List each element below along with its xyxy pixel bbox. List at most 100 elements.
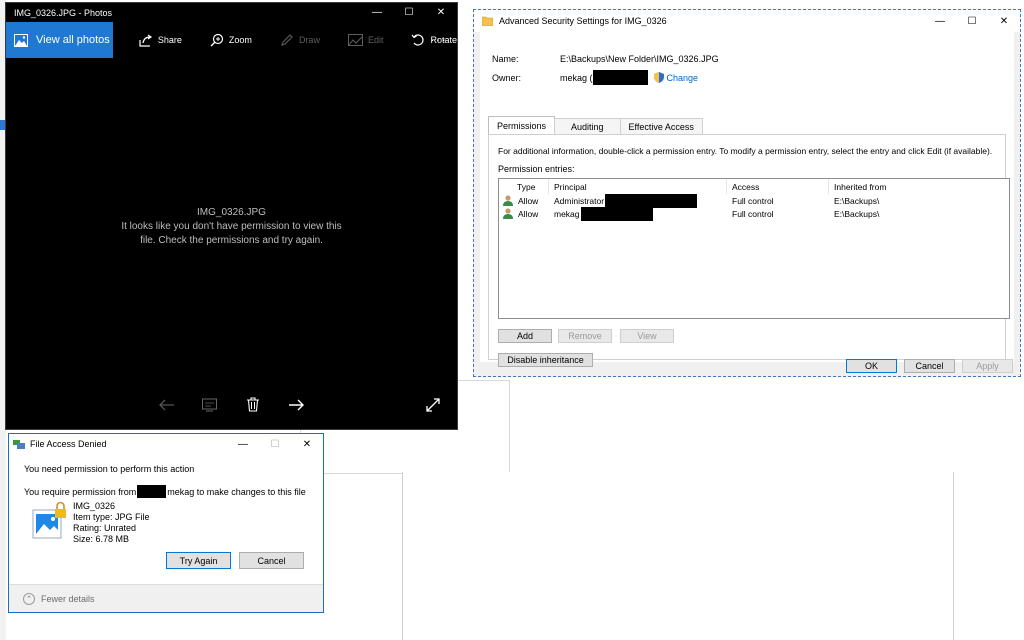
photos-window: IMG_0326.JPG - Photos — ☐ ✕ View all pho… bbox=[5, 2, 458, 430]
shield-icon bbox=[653, 72, 664, 83]
fad-title: File Access Denied bbox=[30, 439, 107, 449]
owner-label: Owner: bbox=[492, 73, 522, 83]
try-again-button[interactable]: Try Again bbox=[166, 552, 231, 569]
zoom-button[interactable]: Zoom bbox=[210, 33, 252, 47]
row-inherited: E:\Backups\ bbox=[834, 208, 880, 219]
draw-button[interactable]: Draw bbox=[280, 33, 320, 47]
minimize-button[interactable]: — bbox=[227, 435, 259, 454]
row-principal-cell: mekag bbox=[549, 206, 727, 221]
view-all-photos-button[interactable]: View all photos bbox=[6, 22, 113, 58]
close-button[interactable]: ✕ bbox=[988, 12, 1020, 31]
row-access: Full control bbox=[732, 208, 774, 219]
row-type-cell: Allow bbox=[499, 208, 549, 219]
delete-icon[interactable] bbox=[247, 397, 259, 412]
window-title: IMG_0326.JPG - Photos bbox=[14, 7, 113, 18]
folder-copy-icon bbox=[13, 440, 25, 449]
table-row[interactable]: Allow Administrator Full control E:\Back… bbox=[499, 193, 1009, 208]
back-arrow-icon[interactable] bbox=[159, 399, 175, 411]
file-name: IMG_0326 bbox=[73, 501, 116, 511]
photos-toolbar: View all photos Share Zoom Draw Edit Rot… bbox=[6, 22, 457, 58]
share-label: Share bbox=[157, 35, 182, 45]
zoom-label: Zoom bbox=[228, 35, 252, 45]
image-file-lock-icon bbox=[32, 501, 66, 539]
user-icon bbox=[503, 195, 513, 206]
file-size: Size: 6.78 MB bbox=[73, 534, 130, 544]
redacted-block bbox=[592, 70, 648, 85]
require-suffix: mekag to make changes to this file bbox=[167, 486, 306, 497]
need-permission-text: You need permission to perform this acti… bbox=[24, 464, 195, 474]
column-access[interactable]: Access bbox=[727, 179, 829, 194]
close-button[interactable]: ✕ bbox=[425, 3, 457, 22]
close-button[interactable]: ✕ bbox=[291, 435, 323, 454]
photos-title-bar: IMG_0326.JPG - Photos — ☐ ✕ bbox=[6, 3, 457, 22]
fad-title-bar: File Access Denied — ☐ ✕ bbox=[9, 434, 323, 454]
permissions-tab-content: For additional information, double-click… bbox=[488, 134, 1010, 367]
tab-effective-access[interactable]: Effective Access bbox=[619, 118, 703, 134]
background-window bbox=[402, 472, 954, 640]
security-panel: Name: E:\Backups\New Folder\IMG_0326.JPG… bbox=[480, 32, 1014, 367]
file-access-denied-dialog: File Access Denied — ☐ ✕ You need permis… bbox=[8, 433, 324, 613]
fullscreen-icon[interactable] bbox=[426, 398, 440, 412]
redacted-block bbox=[605, 193, 698, 208]
ok-button[interactable]: OK bbox=[846, 359, 897, 373]
edit-icon bbox=[347, 34, 363, 46]
slideshow-icon[interactable] bbox=[202, 398, 217, 412]
draw-icon bbox=[281, 34, 293, 46]
redacted-block bbox=[580, 206, 653, 221]
cancel-button[interactable]: Cancel bbox=[904, 359, 955, 373]
row-access: Full control bbox=[732, 195, 774, 206]
column-principal[interactable]: Principal bbox=[549, 179, 727, 194]
edit-button[interactable]: Edit bbox=[347, 34, 384, 46]
name-label: Name: bbox=[492, 54, 519, 64]
change-owner-link[interactable]: Change bbox=[653, 72, 698, 83]
name-value: E:\Backups\New Folder\IMG_0326.JPG bbox=[560, 54, 719, 64]
tab-permissions[interactable]: Permissions bbox=[488, 116, 556, 134]
permission-list-header: Type Principal Access Inherited from bbox=[499, 179, 1009, 194]
view-all-label: View all photos bbox=[36, 34, 110, 46]
maximize-button[interactable]: ☐ bbox=[956, 12, 988, 31]
row-type: Allow bbox=[518, 208, 539, 219]
fewer-details-toggle[interactable]: ⌃ Fewer details bbox=[9, 584, 323, 612]
row-principal-cell: Administrator bbox=[549, 193, 727, 208]
file-type: Item type: JPG File bbox=[73, 512, 150, 522]
maximize-button[interactable]: ☐ bbox=[393, 3, 425, 22]
require-prefix: You require permission from bbox=[24, 486, 137, 497]
apply-button[interactable]: Apply bbox=[962, 359, 1013, 373]
zoom-icon bbox=[210, 33, 224, 47]
file-details: IMG_0326 Item type: JPG File Rating: Unr… bbox=[73, 501, 150, 545]
file-rating: Rating: Unrated bbox=[73, 523, 137, 533]
maximize-button[interactable]: ☐ bbox=[259, 435, 291, 454]
disable-inheritance-button[interactable]: Disable inheritance bbox=[498, 353, 593, 367]
add-button[interactable]: Add bbox=[498, 329, 552, 343]
edit-label: Edit bbox=[367, 35, 384, 45]
permission-message: IMG_0326.JPG It looks like you don't hav… bbox=[6, 206, 457, 248]
view-button[interactable]: View bbox=[620, 329, 674, 343]
column-type[interactable]: Type bbox=[499, 179, 549, 194]
row-type-cell: Allow bbox=[499, 195, 549, 206]
adv-title: Advanced Security Settings for IMG_0326 bbox=[499, 16, 667, 26]
column-inherited-from[interactable]: Inherited from bbox=[829, 179, 1009, 194]
user-icon bbox=[503, 208, 513, 219]
row-type: Allow bbox=[518, 195, 539, 206]
tab-auditing[interactable]: Auditing bbox=[554, 118, 621, 134]
require-permission-text: You require permission from mekag to mak… bbox=[24, 485, 306, 498]
remove-button[interactable]: Remove bbox=[558, 329, 612, 343]
fewer-details-label: Fewer details bbox=[41, 593, 95, 604]
draw-label: Draw bbox=[298, 35, 320, 45]
permission-list[interactable]: Type Principal Access Inherited from All… bbox=[498, 178, 1010, 319]
redacted-block bbox=[137, 485, 167, 498]
minimize-button[interactable]: — bbox=[924, 12, 956, 31]
owner-value: mekag ( bbox=[560, 72, 593, 83]
share-button[interactable]: Share bbox=[139, 34, 182, 47]
advanced-security-dialog: Advanced Security Settings for IMG_0326 … bbox=[473, 9, 1021, 377]
cancel-button[interactable]: Cancel bbox=[239, 552, 304, 569]
folder-icon bbox=[482, 16, 493, 26]
forward-arrow-icon[interactable] bbox=[288, 399, 304, 411]
photos-bottom-bar bbox=[6, 395, 457, 417]
more-options-button[interactable]: ··· bbox=[430, 31, 447, 47]
permission-entries-label: Permission entries: bbox=[498, 164, 575, 174]
photo-icon bbox=[14, 33, 28, 47]
table-row[interactable]: Allow mekag Full control E:\Backups\ bbox=[499, 206, 1009, 221]
minimize-button[interactable]: — bbox=[361, 3, 393, 22]
row-principal: mekag bbox=[554, 208, 580, 219]
